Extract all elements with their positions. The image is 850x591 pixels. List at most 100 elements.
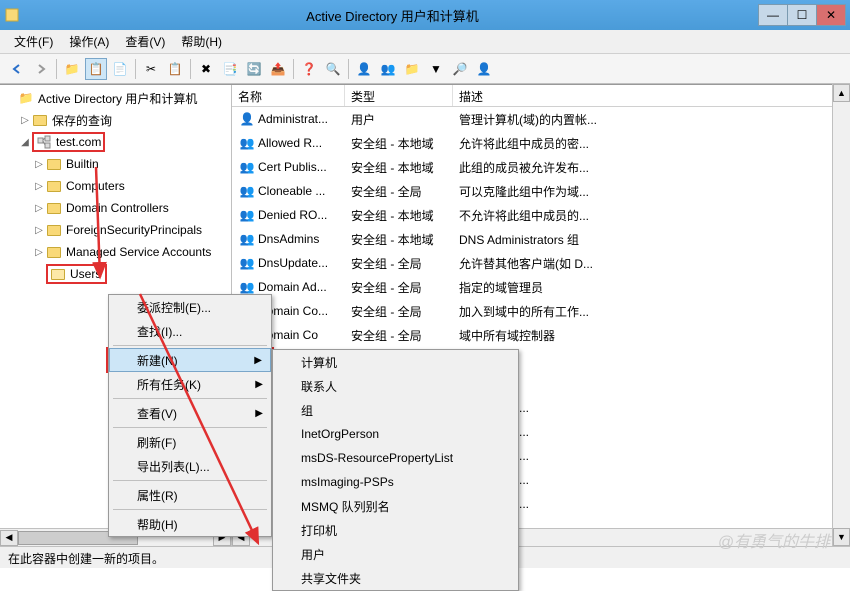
row-name: DnsAdmins	[258, 232, 319, 246]
col-desc[interactable]: 描述	[453, 85, 850, 106]
tree-label: Users	[70, 267, 101, 281]
tree-root[interactable]: 📁 Active Directory 用户和计算机	[0, 87, 231, 109]
show-details-button[interactable]: 📋	[85, 58, 107, 80]
cm-new-msds[interactable]: msDS-ResourcePropertyList	[273, 446, 518, 470]
manage-button[interactable]: 👤	[473, 58, 495, 80]
menu-file[interactable]: 文件(F)	[6, 30, 61, 53]
list-row[interactable]: 👥Domain Co...安全组 - 全局加入到域中的所有工作...	[232, 299, 850, 323]
close-button[interactable]: ✕	[816, 4, 846, 26]
tree-saved-queries[interactable]: ▷ 保存的查询	[0, 109, 231, 131]
tree-domain[interactable]: ◢ test.com	[0, 131, 231, 153]
tree-managed[interactable]: ▷ Managed Service Accounts	[0, 241, 231, 263]
cm-properties[interactable]: 属性(R)	[109, 483, 271, 507]
tree-label: Active Directory 用户和计算机	[38, 90, 197, 107]
cm-help[interactable]: 帮助(H)	[109, 512, 271, 536]
maximize-button[interactable]: ☐	[787, 4, 817, 26]
row-type: 安全组 - 全局	[345, 279, 453, 296]
group-icon: 👥	[238, 232, 256, 246]
cm-new-group[interactable]: 组	[273, 398, 518, 422]
export-button[interactable]: 📤	[267, 58, 289, 80]
add-user-button[interactable]: 👤	[353, 58, 375, 80]
menu-action[interactable]: 操作(A)	[61, 30, 117, 53]
list-header: 名称 类型 描述	[232, 85, 850, 107]
back-button[interactable]	[6, 58, 28, 80]
help-button[interactable]: ❓	[298, 58, 320, 80]
list-row[interactable]: 👥Domain Ad...安全组 - 全局指定的域管理员	[232, 275, 850, 299]
row-name: Cloneable ...	[258, 184, 325, 198]
forward-button[interactable]	[30, 58, 52, 80]
cm-new-user[interactable]: 用户	[273, 542, 518, 566]
row-desc: 此组的成员被允许发布...	[453, 159, 850, 176]
tree-label: 保存的查询	[52, 112, 112, 129]
cm-new-printer[interactable]: 打印机	[273, 518, 518, 542]
tree-label: Builtin	[66, 157, 99, 171]
cm-delegate[interactable]: 委派控制(E)...	[109, 295, 271, 319]
group-icon: 👥	[238, 184, 256, 198]
folder-icon	[50, 266, 66, 282]
add-ou-button[interactable]: 📁	[401, 58, 423, 80]
row-desc: 域中所有域控制器	[453, 327, 850, 344]
cm-new[interactable]: 新建(N)▶	[109, 348, 271, 372]
filter-button[interactable]: ▼	[425, 58, 447, 80]
up-button[interactable]: 📁	[61, 58, 83, 80]
details-button[interactable]: 📄	[109, 58, 131, 80]
cm-view[interactable]: 查看(V)▶	[109, 401, 271, 425]
window-controls: — ☐ ✕	[759, 4, 846, 26]
tree-builtin[interactable]: ▷ Builtin	[0, 153, 231, 175]
row-desc: 可以克隆此组中作为域...	[453, 183, 850, 200]
list-row[interactable]: 👥Domain Co安全组 - 全局域中所有域控制器	[232, 323, 850, 347]
tree-computers[interactable]: ▷ Computers	[0, 175, 231, 197]
cm-new-shared-folder[interactable]: 共享文件夹	[273, 566, 518, 590]
cm-new-contact[interactable]: 联系人	[273, 374, 518, 398]
list-row[interactable]: 👤Administrat...用户管理计算机(域)的内置帐...	[232, 107, 850, 131]
scroll-left-icon[interactable]: ◀	[0, 530, 18, 546]
col-type[interactable]: 类型	[345, 85, 453, 106]
find2-button[interactable]: 🔎	[449, 58, 471, 80]
tree-domain-controllers[interactable]: ▷ Domain Controllers	[0, 197, 231, 219]
list-row[interactable]: 👥DnsAdmins安全组 - 本地域DNS Administrators 组	[232, 227, 850, 251]
cm-find[interactable]: 查找(I)...	[109, 319, 271, 343]
cut-button[interactable]: ✂	[140, 58, 162, 80]
properties-button[interactable]: 📑	[219, 58, 241, 80]
scroll-up-icon[interactable]: ▲	[833, 84, 850, 102]
list-row[interactable]: 👥Denied RO...安全组 - 本地域不允许将此组中成员的...	[232, 203, 850, 227]
row-desc: 加入到域中的所有工作...	[453, 303, 850, 320]
tree: 📁 Active Directory 用户和计算机 ▷ 保存的查询 ◢ test…	[0, 85, 231, 287]
cm-all-tasks[interactable]: 所有任务(K)▶	[109, 372, 271, 396]
user-icon: 👤	[238, 112, 256, 126]
col-name[interactable]: 名称	[232, 85, 345, 106]
cm-new-msmq[interactable]: MSMQ 队列别名	[273, 494, 518, 518]
scroll-down-icon[interactable]: ▼	[833, 528, 850, 546]
vertical-scrollbar[interactable]: ▲ ▼	[832, 84, 850, 546]
list-row[interactable]: 👥Cert Publis...安全组 - 本地域此组的成员被允许发布...	[232, 155, 850, 179]
add-group-button[interactable]: 👥	[377, 58, 399, 80]
copy-button[interactable]: 📋	[164, 58, 186, 80]
row-desc: 允许将此组中成员的密...	[453, 135, 850, 152]
cm-new-msimaging[interactable]: msImaging-PSPs	[273, 470, 518, 494]
app-icon	[4, 7, 20, 23]
cm-export[interactable]: 导出列表(L)...	[109, 454, 271, 478]
row-type: 安全组 - 本地域	[345, 231, 453, 248]
tree-foreign[interactable]: ▷ ForeignSecurityPrincipals	[0, 219, 231, 241]
menu-view[interactable]: 查看(V)	[117, 30, 173, 53]
cm-new-inetorg[interactable]: InetOrgPerson	[273, 422, 518, 446]
list-row[interactable]: 👥Cloneable ...安全组 - 全局可以克隆此组中作为域...	[232, 179, 850, 203]
row-desc: 允许替其他客户端(如 D...	[453, 255, 850, 272]
find-button[interactable]: 🔍	[322, 58, 344, 80]
folder-icon	[46, 178, 62, 194]
status-text: 在此容器中创建一新的项目。	[8, 552, 164, 566]
cm-refresh[interactable]: 刷新(F)	[109, 430, 271, 454]
menu-help[interactable]: 帮助(H)	[173, 30, 230, 53]
list-row[interactable]: 👥DnsUpdate...安全组 - 全局允许替其他客户端(如 D...	[232, 251, 850, 275]
minimize-button[interactable]: —	[758, 4, 788, 26]
row-name: Denied RO...	[258, 208, 327, 222]
delete-button[interactable]: ✖	[195, 58, 217, 80]
refresh-button[interactable]: 🔄	[243, 58, 265, 80]
cm-new-computer[interactable]: 计算机	[273, 350, 518, 374]
tree-label: test.com	[56, 135, 101, 149]
row-name: Domain Ad...	[258, 280, 327, 294]
list-row[interactable]: 👥Allowed R...安全组 - 本地域允许将此组中成员的密...	[232, 131, 850, 155]
row-type: 安全组 - 本地域	[345, 135, 453, 152]
tree-users[interactable]: Users	[0, 263, 231, 285]
row-type: 安全组 - 本地域	[345, 207, 453, 224]
